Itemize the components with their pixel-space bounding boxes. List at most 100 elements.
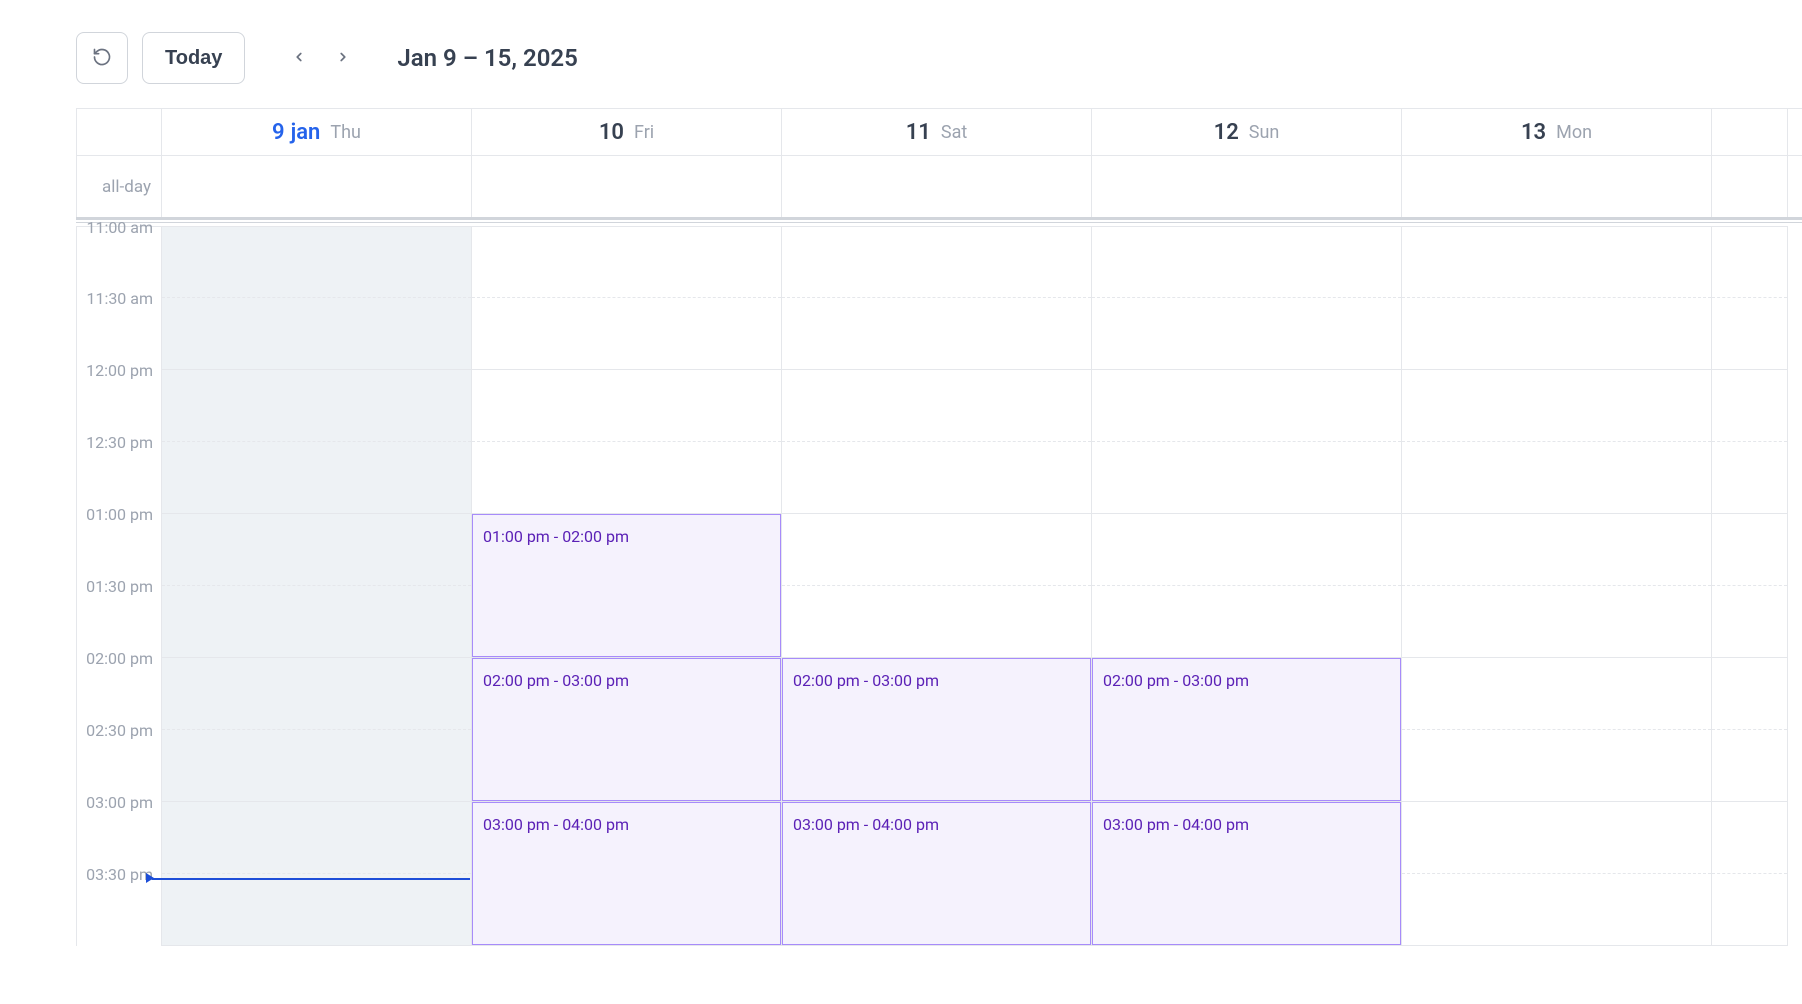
time-slot[interactable] <box>782 226 1091 298</box>
time-slot[interactable] <box>1402 586 1711 658</box>
time-slot[interactable] <box>1402 730 1711 802</box>
day-header-sun[interactable]: 12 Sun <box>1092 109 1402 155</box>
time-gutter-slot: 11:30 am <box>77 298 161 370</box>
day-header-dow: Fri <box>634 122 654 143</box>
time-slot[interactable] <box>162 442 471 514</box>
day-header-num: 12 <box>1214 120 1239 145</box>
time-slot[interactable] <box>1092 298 1401 370</box>
prev-button[interactable] <box>277 36 321 80</box>
time-slot[interactable] <box>1092 226 1401 298</box>
next-button[interactable] <box>321 36 365 80</box>
time-slot[interactable] <box>162 586 471 658</box>
time-label: 02:00 pm <box>86 649 153 668</box>
time-slot[interactable] <box>472 442 781 514</box>
calendar: 9jan Thu 10 Fri 11 Sat 12 Sun 13 Mon all… <box>76 108 1802 946</box>
time-label: 02:30 pm <box>86 721 153 740</box>
time-gutter-slot: 02:00 pm <box>77 658 161 730</box>
calendar-event[interactable]: 01:00 pm - 02:00 pm <box>472 514 781 657</box>
day-col-sun[interactable]: 02:00 pm - 03:00 pm03:00 pm - 04:00 pm <box>1092 226 1402 946</box>
allday-cell[interactable] <box>162 156 472 217</box>
day-header-num: 13 <box>1521 120 1546 145</box>
time-slot[interactable] <box>1712 442 1787 514</box>
today-button[interactable]: Today <box>142 32 245 84</box>
time-label: 11:00 am <box>86 218 153 237</box>
time-slot[interactable] <box>1712 874 1787 946</box>
allday-cell[interactable] <box>1402 156 1712 217</box>
time-slot[interactable] <box>1402 658 1711 730</box>
time-slot[interactable] <box>472 370 781 442</box>
time-slot[interactable] <box>782 514 1091 586</box>
time-slot[interactable] <box>1712 586 1787 658</box>
time-slot[interactable] <box>1712 226 1787 298</box>
day-header-dow: Thu <box>330 122 361 143</box>
time-gutter-slot: 02:30 pm <box>77 730 161 802</box>
time-slot[interactable] <box>1092 514 1401 586</box>
time-slot[interactable] <box>1402 442 1711 514</box>
calendar-event[interactable]: 02:00 pm - 03:00 pm <box>782 658 1091 801</box>
refresh-icon <box>92 47 112 70</box>
time-slot[interactable] <box>472 298 781 370</box>
calendar-toolbar: Today Jan 9 – 15, 2025 <box>0 0 1802 108</box>
time-slot[interactable] <box>1402 514 1711 586</box>
time-slot[interactable] <box>162 298 471 370</box>
day-header-sat[interactable]: 11 Sat <box>782 109 1092 155</box>
time-slot[interactable] <box>162 370 471 442</box>
refresh-button[interactable] <box>76 32 128 84</box>
day-header-mon[interactable]: 13 Mon <box>1402 109 1712 155</box>
nav-arrows <box>277 36 365 80</box>
calendar-event[interactable]: 03:00 pm - 04:00 pm <box>782 802 1091 945</box>
day-header-overflow <box>1712 109 1788 155</box>
time-slot[interactable] <box>782 586 1091 658</box>
time-label: 03:00 pm <box>86 793 153 812</box>
time-slot[interactable] <box>1712 514 1787 586</box>
day-header-num: 9 <box>272 120 285 145</box>
time-slot[interactable] <box>1092 586 1401 658</box>
time-slot[interactable] <box>1402 370 1711 442</box>
day-col-mon[interactable] <box>1402 226 1712 946</box>
time-slot[interactable] <box>162 874 471 946</box>
day-col-fri[interactable]: 01:00 pm - 02:00 pm02:00 pm - 03:00 pm03… <box>472 226 782 946</box>
calendar-event[interactable]: 02:00 pm - 03:00 pm <box>1092 658 1401 801</box>
time-slot[interactable] <box>1712 730 1787 802</box>
time-slot[interactable] <box>1712 802 1787 874</box>
time-slot[interactable] <box>472 226 781 298</box>
time-gutter-slot: 12:00 pm <box>77 370 161 442</box>
time-slot[interactable] <box>1092 442 1401 514</box>
day-col-sat[interactable]: 02:00 pm - 03:00 pm03:00 pm - 04:00 pm <box>782 226 1092 946</box>
calendar-event[interactable]: 02:00 pm - 03:00 pm <box>472 658 781 801</box>
time-gutter: 11:00 am11:30 am12:00 pm12:30 pm01:00 pm… <box>76 226 162 946</box>
time-slot[interactable] <box>1402 874 1711 946</box>
time-slot[interactable] <box>782 442 1091 514</box>
time-slot[interactable] <box>1092 370 1401 442</box>
grid-scroll-area[interactable]: 11:00 am11:30 am12:00 pm12:30 pm01:00 pm… <box>76 226 1802 946</box>
day-header-thu[interactable]: 9jan Thu <box>162 109 472 155</box>
time-slot[interactable] <box>1402 298 1711 370</box>
allday-cell[interactable] <box>1712 156 1788 217</box>
time-slot[interactable] <box>1402 226 1711 298</box>
time-slot[interactable] <box>162 730 471 802</box>
time-label: 01:00 pm <box>86 505 153 524</box>
allday-cell[interactable] <box>472 156 782 217</box>
day-col-overflow[interactable] <box>1712 226 1788 946</box>
day-header-num: 11 <box>906 120 931 145</box>
day-header-month: jan <box>291 120 321 145</box>
chevron-left-icon <box>292 50 306 67</box>
allday-cell[interactable] <box>1092 156 1402 217</box>
day-col-thu[interactable] <box>162 226 472 946</box>
time-slot[interactable] <box>1712 298 1787 370</box>
time-slot[interactable] <box>782 298 1091 370</box>
time-gutter-slot: 01:00 pm <box>77 514 161 586</box>
time-slot[interactable] <box>1712 658 1787 730</box>
time-slot[interactable] <box>1402 802 1711 874</box>
calendar-event[interactable]: 03:00 pm - 04:00 pm <box>472 802 781 945</box>
calendar-event[interactable]: 03:00 pm - 04:00 pm <box>1092 802 1401 945</box>
time-slot[interactable] <box>1712 370 1787 442</box>
allday-cell[interactable] <box>782 156 1092 217</box>
day-header-fri[interactable]: 10 Fri <box>472 109 782 155</box>
time-slot[interactable] <box>162 658 471 730</box>
time-slot[interactable] <box>782 370 1091 442</box>
time-slot[interactable] <box>162 226 471 298</box>
time-slot[interactable] <box>162 802 471 874</box>
allday-row: all-day <box>76 156 1802 220</box>
time-slot[interactable] <box>162 514 471 586</box>
